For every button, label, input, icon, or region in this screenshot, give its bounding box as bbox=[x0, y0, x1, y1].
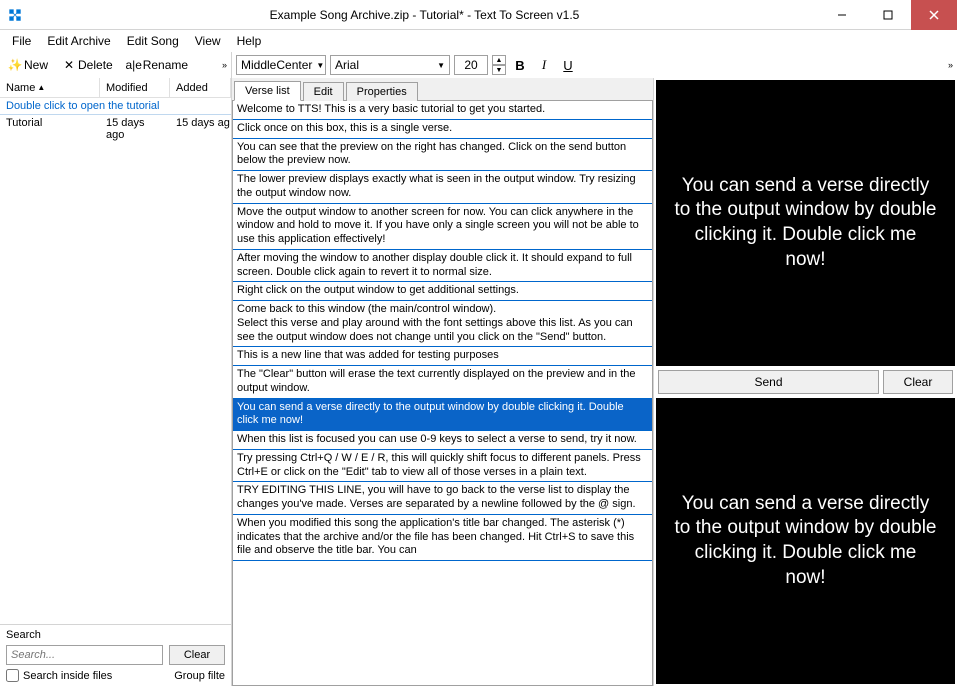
verse-item[interactable]: The lower preview displays exactly what … bbox=[233, 171, 652, 204]
menu-help[interactable]: Help bbox=[237, 34, 262, 48]
menu-file[interactable]: File bbox=[12, 34, 31, 48]
send-button[interactable]: Send bbox=[658, 370, 879, 394]
chevron-down-icon: ▼ bbox=[437, 61, 445, 70]
verse-item[interactable]: Move the output window to another screen… bbox=[233, 204, 652, 250]
verse-item[interactable]: Come back to this window (the main/contr… bbox=[233, 301, 652, 347]
menu-edit-archive[interactable]: Edit Archive bbox=[47, 34, 110, 48]
verse-item[interactable]: You can send a verse directly to the out… bbox=[233, 399, 652, 432]
verse-item[interactable]: You can see that the preview on the righ… bbox=[233, 139, 652, 172]
verse-item[interactable]: The "Clear" button will erase the text c… bbox=[233, 366, 652, 399]
menu-view[interactable]: View bbox=[195, 34, 221, 48]
size-down-button[interactable]: ▼ bbox=[492, 65, 506, 75]
verse-item[interactable]: Try pressing Ctrl+Q / W / E / R, this wi… bbox=[233, 450, 652, 483]
font-size-input[interactable] bbox=[454, 55, 488, 75]
close-button[interactable] bbox=[911, 0, 957, 30]
new-icon: ✨ bbox=[8, 58, 22, 72]
verse-item[interactable]: Right click on the output window to get … bbox=[233, 282, 652, 301]
app-icon bbox=[0, 0, 30, 30]
underline-button[interactable]: U bbox=[558, 55, 578, 75]
tutorial-link[interactable]: Double click to open the tutorial bbox=[0, 98, 231, 115]
clear-button[interactable]: Clear bbox=[883, 370, 953, 394]
verse-item[interactable]: After moving the window to another displ… bbox=[233, 250, 652, 283]
italic-button[interactable]: I bbox=[534, 55, 554, 75]
search-clear-button[interactable]: Clear bbox=[169, 645, 225, 665]
tab-edit[interactable]: Edit bbox=[303, 82, 344, 101]
preview-upper[interactable]: You can send a verse directly to the out… bbox=[656, 80, 955, 366]
verse-item[interactable]: TRY EDITING THIS LINE, you will have to … bbox=[233, 482, 652, 515]
rename-icon: a|e bbox=[127, 58, 141, 72]
group-filter[interactable]: Group filte bbox=[174, 670, 225, 682]
list-row[interactable]: Tutorial 15 days ago 15 days ag bbox=[0, 115, 231, 143]
verse-list[interactable]: Welcome to TTS! This is a very basic tut… bbox=[232, 100, 653, 686]
verse-item[interactable]: Welcome to TTS! This is a very basic tut… bbox=[233, 101, 652, 120]
align-select[interactable]: MiddleCenter ▼ bbox=[236, 55, 326, 75]
verse-item[interactable]: This is a new line that was added for te… bbox=[233, 347, 652, 366]
bold-button[interactable]: B bbox=[510, 55, 530, 75]
font-select[interactable]: Arial ▼ bbox=[330, 55, 450, 75]
menu-edit-song[interactable]: Edit Song bbox=[127, 34, 179, 48]
column-modified[interactable]: Modified bbox=[100, 78, 170, 97]
tab-properties[interactable]: Properties bbox=[346, 82, 418, 101]
window-title: Example Song Archive.zip - Tutorial* - T… bbox=[30, 8, 819, 22]
search-input[interactable] bbox=[6, 645, 163, 665]
size-up-button[interactable]: ▲ bbox=[492, 55, 506, 65]
rename-button[interactable]: a|e Rename bbox=[123, 56, 192, 74]
maximize-button[interactable] bbox=[865, 0, 911, 30]
verse-item[interactable]: Click once on this box, this is a single… bbox=[233, 120, 652, 139]
new-button[interactable]: ✨ New bbox=[4, 56, 52, 74]
preview-lower[interactable]: You can send a verse directly to the out… bbox=[656, 398, 955, 684]
minimize-button[interactable] bbox=[819, 0, 865, 30]
column-added[interactable]: Added bbox=[170, 78, 231, 97]
search-header: Search bbox=[6, 629, 225, 641]
column-name[interactable]: Name▲ bbox=[0, 78, 100, 97]
sort-asc-icon: ▲ bbox=[37, 83, 45, 92]
overflow-icon[interactable]: » bbox=[222, 60, 227, 70]
overflow-icon[interactable]: » bbox=[948, 60, 953, 70]
verse-item[interactable]: When this list is focused you can use 0-… bbox=[233, 431, 652, 450]
delete-icon: ✕ bbox=[62, 58, 76, 72]
tab-verse-list[interactable]: Verse list bbox=[234, 81, 301, 101]
verse-item[interactable]: When you modified this song the applicat… bbox=[233, 515, 652, 561]
chevron-down-icon: ▼ bbox=[316, 61, 324, 70]
search-inside-checkbox[interactable]: Search inside files bbox=[6, 669, 112, 682]
delete-button[interactable]: ✕ Delete bbox=[58, 56, 117, 74]
